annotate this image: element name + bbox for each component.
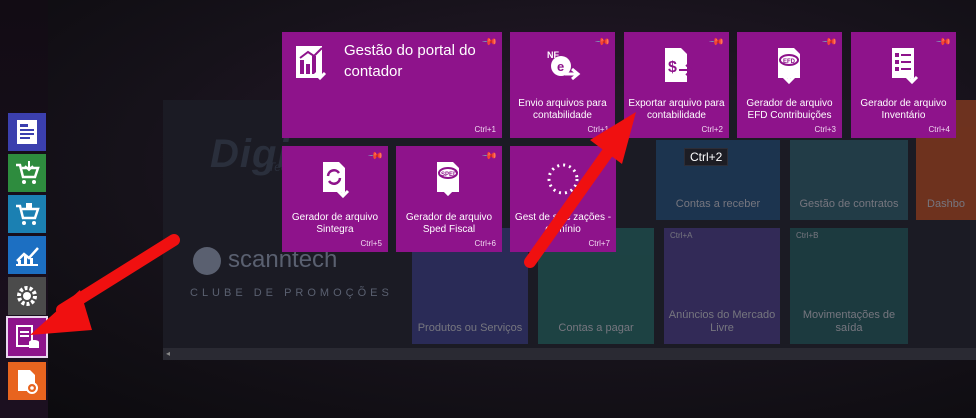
gear-icon	[17, 286, 37, 306]
pin-icon[interactable]: 📌	[366, 148, 383, 165]
tile-label: Gerador de arquivo Sped Fiscal	[405, 212, 493, 235]
tile-label: Gerador de arquivo Inventário	[860, 98, 947, 121]
scanntech-logo-icon	[193, 247, 221, 275]
file-settings-icon	[18, 370, 38, 394]
tile-efd-contribuicoes[interactable]: 📌 EFD Gerador de arquivo EFD Contribuiçõ…	[737, 32, 842, 138]
bg-tile-label: Contas a receber	[675, 198, 761, 211]
report-database-icon	[16, 325, 39, 348]
inventory-icon	[891, 48, 918, 85]
chart-icon	[16, 247, 39, 266]
bg-tile-anuncios[interactable]: Ctrl+A Anúncios do Mercado Livre	[664, 228, 780, 344]
document-icon	[17, 120, 37, 144]
tile-shortcut: Ctrl+5	[360, 239, 382, 248]
tile-inventario[interactable]: 📌 Gerador de arquivo Inventário Ctrl+4	[851, 32, 956, 138]
svg-text:EFD: EFD	[783, 59, 796, 65]
svg-text:SPED: SPED	[441, 172, 458, 178]
pin-icon[interactable]: 📌	[934, 34, 951, 51]
tile-shortcut: Ctrl+1	[474, 125, 496, 134]
sidebar-item-accounting[interactable]	[6, 316, 48, 358]
tile-shortcut: Ctrl+7	[588, 239, 610, 248]
sped-icon: SPED	[437, 162, 459, 197]
tile-shortcut: Ctrl+4	[928, 125, 950, 134]
bg-tile-label: Produtos ou Serviços	[417, 322, 523, 335]
bg-tile-label: Dashbo	[927, 198, 965, 211]
sidebar-item-purchases[interactable]	[8, 154, 46, 192]
tile-label: Exportar arquivo para contabilidade	[628, 98, 725, 121]
pin-icon[interactable]: 📌	[480, 148, 497, 165]
sync-icon	[547, 163, 579, 195]
tile-shortcut: Ctrl+6	[474, 239, 496, 248]
horizontal-scrollbar[interactable]: ◂	[163, 348, 976, 360]
tile-label: Gerador de arquivo Sintegra	[291, 212, 379, 235]
bg-tile-movimentacoes[interactable]: Ctrl+B Movimentações de saída	[790, 228, 908, 344]
pin-icon[interactable]: 📌	[820, 34, 837, 51]
tile-sincronizacoes-dominio[interactable]: Gest de sinc zações - domínio Ctrl+7	[510, 146, 616, 252]
svg-text:$: $	[668, 59, 677, 76]
tile-exportar-arquivo[interactable]: 📌 $ Exportar arquivo para contabilidade …	[624, 32, 729, 138]
sidebar-item-finance[interactable]	[8, 236, 46, 274]
pin-icon[interactable]: 📌	[593, 34, 610, 51]
left-toolbar	[0, 0, 48, 418]
sidebar-item-sales[interactable]	[8, 195, 46, 233]
nfe-send-icon: NFe	[547, 50, 580, 81]
sidebar-item-file-settings[interactable]	[8, 362, 46, 400]
bg-tile-label: Contas a pagar	[558, 322, 634, 335]
tile-title: Gestão do portal do contador	[344, 42, 476, 80]
tile-label: Envio arquivos para contabilidade	[518, 98, 607, 121]
bg-tile-label: Anúncios do Mercado Livre	[668, 308, 776, 335]
tile-shortcut: Ctrl+1	[587, 125, 609, 134]
sidebar-item-settings[interactable]	[8, 277, 46, 315]
bg-tile-gestao-contratos[interactable]: Gestão de contratos	[790, 140, 908, 220]
sidebar-item-documents[interactable]	[8, 113, 46, 151]
cart-download-icon	[16, 161, 40, 184]
bg-tile-label: Movimentações de saída	[802, 308, 896, 335]
tile-envio-arquivos[interactable]: 📌 NF e Envio arquivos para contabilidade …	[510, 32, 615, 138]
shortcut-tooltip: Ctrl+2	[684, 148, 729, 166]
bg-tile-label: Gestão de contratos	[799, 198, 899, 211]
tile-label: Gerador de arquivo EFD Contribuições	[746, 98, 833, 121]
tile-label: Gest de sinc zações - domínio	[514, 212, 612, 235]
tile-sintegra[interactable]: 📌 Gerador de arquivo Sintegra Ctrl+5	[282, 146, 388, 252]
efd-icon: EFD	[777, 48, 800, 85]
tile-shortcut: Ctrl+3	[814, 125, 836, 134]
tile-shortcut: Ctrl+2	[701, 125, 723, 134]
sintegra-icon	[323, 162, 350, 199]
tile-sped-fiscal[interactable]: 📌 SPED Gerador de arquivo Sped Fiscal Ct…	[396, 146, 502, 252]
bg-tile-shortcut: Ctrl+A	[670, 231, 693, 240]
pin-icon[interactable]: 📌	[707, 34, 724, 51]
scroll-left-arrow-icon[interactable]: ◂	[166, 348, 170, 360]
portal-chart-icon	[296, 46, 327, 81]
export-file-icon: $	[664, 48, 694, 82]
cart-icon	[16, 203, 40, 225]
tile-gestao-portal-contador[interactable]: 📌 Gestão do portal do contador Ctrl+1	[282, 32, 502, 138]
clube-promocoes-text: CLUBE DE PROMOÇÕES	[190, 287, 393, 299]
arrow-to-sidebar	[30, 234, 180, 335]
svg-text:e: e	[557, 59, 564, 74]
bg-tile-shortcut: Ctrl+B	[796, 231, 819, 240]
